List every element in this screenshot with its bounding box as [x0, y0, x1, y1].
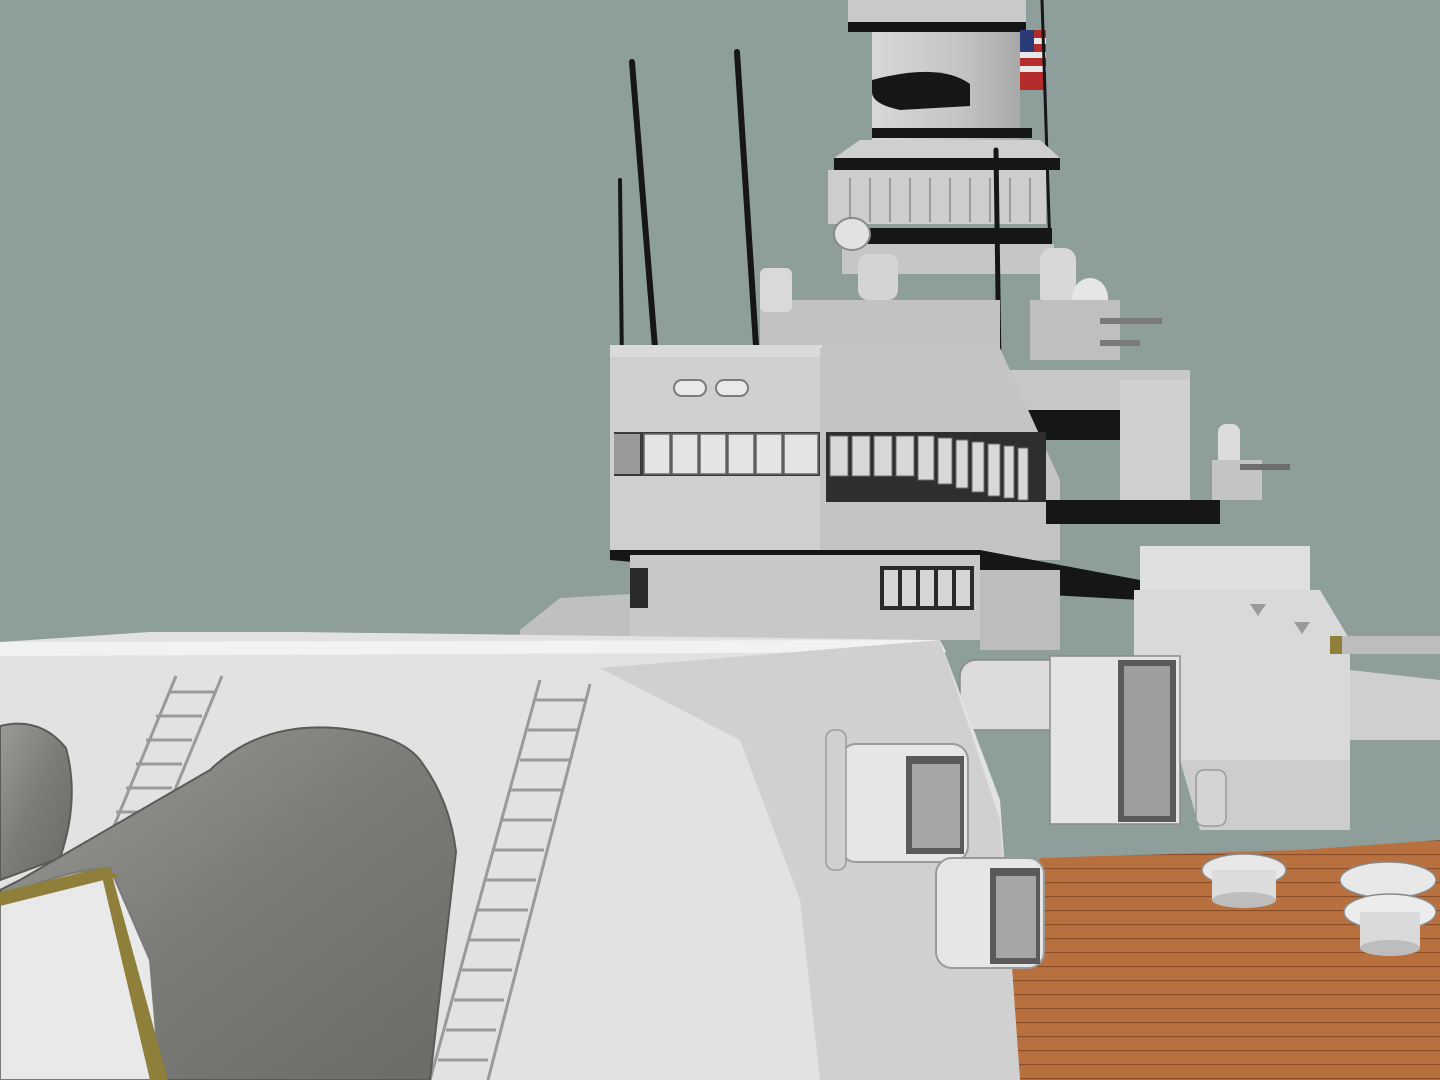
radar-dish-icon	[833, 217, 871, 251]
teak-deck	[980, 840, 1440, 1080]
gun-barrels	[0, 722, 458, 1080]
render-canvas	[0, 0, 1440, 1080]
battleship-scene	[0, 0, 1440, 1080]
side-windows	[826, 432, 1046, 502]
cylinder-mount	[760, 268, 792, 312]
bridge-windows	[614, 432, 822, 476]
main-gun-turret	[0, 632, 1045, 1080]
